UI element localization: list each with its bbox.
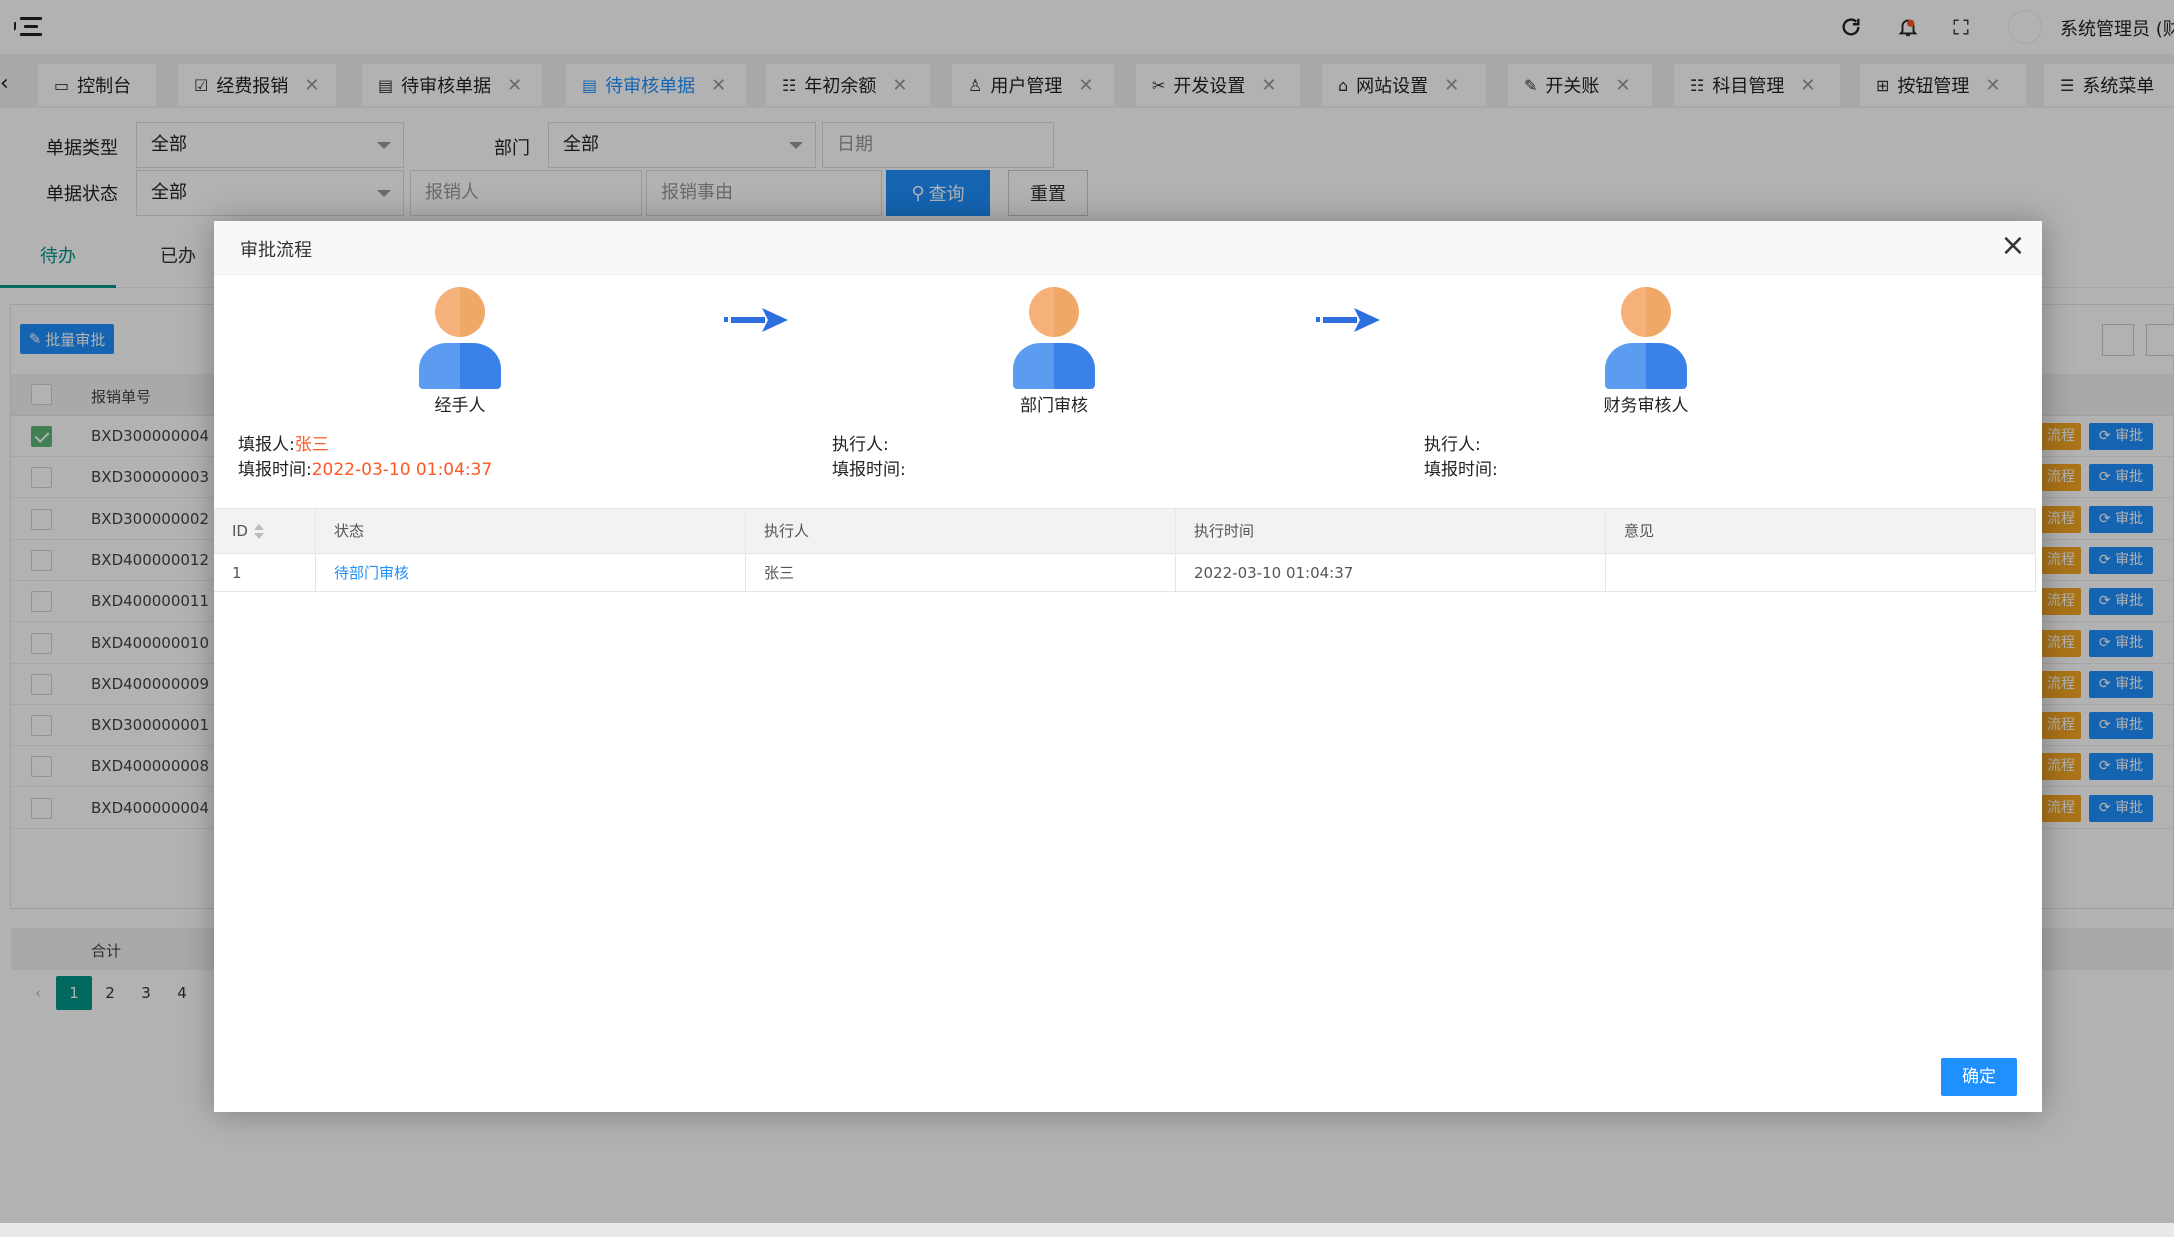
col-header-id[interactable]: ID xyxy=(214,508,316,554)
arrow-right-icon xyxy=(1316,308,1380,332)
info-label: 执行人: xyxy=(832,435,889,455)
col-header-label: ID xyxy=(232,522,248,540)
person-icon xyxy=(1605,287,1687,389)
person-icon xyxy=(1013,287,1095,389)
step-finance-review: 财务审核人 xyxy=(1566,283,1726,416)
info-label: 执行人: xyxy=(1424,435,1481,455)
col-header-time: 执行时间 xyxy=(1176,508,1606,554)
info-label: 填报时间: xyxy=(832,460,906,480)
sort-icon[interactable] xyxy=(253,523,264,540)
step-label: 财务审核人 xyxy=(1603,396,1689,416)
info-value: 2022-03-10 01:04:37 xyxy=(311,460,493,480)
step-info-department: 执行人: 填报时间: xyxy=(832,433,906,483)
info-value: 张三 xyxy=(294,435,329,455)
arrow-right-icon xyxy=(724,308,788,332)
step-label: 经手人 xyxy=(434,396,486,416)
info-label: 填报人: xyxy=(238,435,295,455)
approval-flow-modal: 审批流程 × 经手人 部门审核 财务审核人 填报人:张三 填报时间:2022-0… xyxy=(214,221,2042,1112)
col-header-opinion: 意见 xyxy=(1606,508,2036,554)
cell-status[interactable]: 待部门审核 xyxy=(316,554,746,592)
cell-opinion xyxy=(1606,554,2036,592)
confirm-button[interactable]: 确定 xyxy=(1941,1058,2017,1096)
col-header-executor: 执行人 xyxy=(746,508,1176,554)
close-icon[interactable]: × xyxy=(1998,231,2028,262)
step-info-finance: 执行人: 填报时间: xyxy=(1424,433,1498,483)
info-label: 填报时间: xyxy=(1424,460,1498,480)
cell-time: 2022-03-10 01:04:37 xyxy=(1176,554,1606,592)
modal-header: 审批流程 × xyxy=(214,221,2042,275)
step-department-review: 部门审核 xyxy=(974,283,1134,416)
step-label: 部门审核 xyxy=(1020,396,1088,416)
bottom-strip xyxy=(0,1223,2174,1237)
step-info-handler: 填报人:张三 填报时间:2022-03-10 01:04:37 xyxy=(238,433,492,483)
cell-executor: 张三 xyxy=(746,554,1176,592)
person-icon xyxy=(419,287,501,389)
modal-title: 审批流程 xyxy=(240,240,312,261)
col-header-status: 状态 xyxy=(316,508,746,554)
step-handler: 经手人 xyxy=(380,283,540,416)
cell-id: 1 xyxy=(214,554,316,592)
info-label: 填报时间: xyxy=(238,460,312,480)
